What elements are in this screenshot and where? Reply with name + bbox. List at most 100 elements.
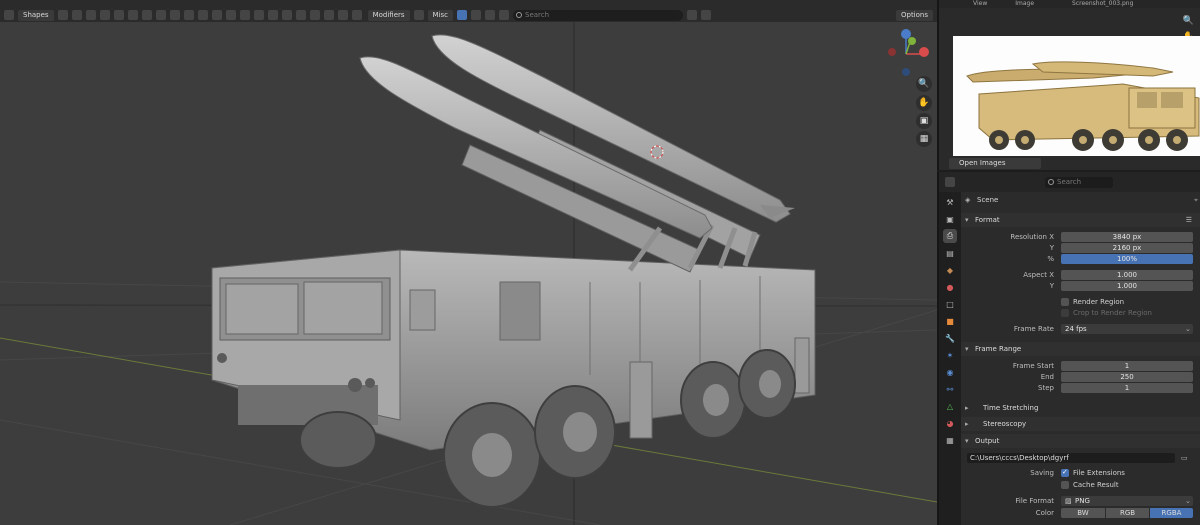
shapes-menu[interactable]: Shapes xyxy=(18,9,54,21)
time-stretching-label: Time Stretching xyxy=(983,404,1039,412)
data-tab-icon[interactable]: △ xyxy=(943,399,957,413)
tool-icon-1[interactable] xyxy=(57,10,68,20)
frame-step-field[interactable]: 1 xyxy=(1061,383,1193,393)
properties-body: ◈ Scene ⌖ Format☰ Resolution X3840 px Y2… xyxy=(961,192,1200,525)
color-label: Color xyxy=(1035,509,1054,517)
tool-icon-20[interactable] xyxy=(323,10,334,20)
frame-rate-dropdown[interactable]: 24 fps xyxy=(1061,324,1193,334)
camera-icon[interactable]: ▣ xyxy=(916,113,932,129)
tool-icon-21[interactable] xyxy=(337,10,348,20)
view-layer-tab-icon[interactable]: ▤ xyxy=(943,246,957,260)
properties-header: Search xyxy=(939,172,1200,192)
scene-tab-icon[interactable]: ◆ xyxy=(943,263,957,277)
navigation-gizmo[interactable] xyxy=(880,28,932,80)
cache-result-checkbox[interactable] xyxy=(1061,481,1069,489)
tool-icon-9[interactable] xyxy=(169,10,180,20)
aspect-x-field[interactable]: 1.000 xyxy=(1061,270,1193,280)
tool-icon-2[interactable] xyxy=(71,10,82,20)
pin-icon[interactable]: ⌖ xyxy=(1194,195,1198,206)
tool-icon-19[interactable] xyxy=(309,10,320,20)
tool-icon-11[interactable] xyxy=(197,10,208,20)
color-row: Color BW RGB RGBA xyxy=(961,508,1200,519)
open-images-button[interactable]: Open Images xyxy=(949,158,1041,169)
tool-icon-18[interactable] xyxy=(295,10,306,20)
stereoscopy-panel-header[interactable]: Stereoscopy xyxy=(961,417,1200,431)
tool-icon-13[interactable] xyxy=(225,10,236,20)
file-format-row: File Format PNG ▨ ⌄ xyxy=(961,496,1200,507)
frame-range-panel-header[interactable]: Frame Range xyxy=(961,342,1200,356)
editor-type-icon[interactable] xyxy=(945,177,955,187)
image-file-icon: ▨ xyxy=(1065,497,1072,505)
modifiers-menu[interactable]: Modifiers xyxy=(367,9,410,21)
constraints-tab-icon[interactable]: ⚯ xyxy=(943,382,957,396)
output-panel-header[interactable]: Output xyxy=(961,434,1200,448)
tool-tab-icon[interactable]: ⚒ xyxy=(943,195,957,209)
folder-icon[interactable]: ▭ xyxy=(1181,453,1188,464)
properties-search[interactable]: Search xyxy=(1045,176,1113,188)
view-menu[interactable]: View xyxy=(973,0,987,8)
view-icon-3[interactable] xyxy=(485,10,496,20)
tool-icon-8[interactable] xyxy=(155,10,166,20)
tool-icon-12[interactable] xyxy=(211,10,222,20)
color-rgba-button[interactable]: RGBA xyxy=(1150,508,1193,518)
options-menu[interactable]: Options xyxy=(895,9,933,21)
modifier-tab-icon[interactable]: 🔧 xyxy=(943,331,957,345)
editor-type-icon[interactable] xyxy=(4,10,14,20)
tool-icon-5[interactable] xyxy=(113,10,124,20)
tool-icon-16[interactable] xyxy=(267,10,278,20)
format-panel-header[interactable]: Format ☰ xyxy=(961,213,1200,227)
world-tab-icon[interactable]: ● xyxy=(943,280,957,294)
collection-tab-icon[interactable]: □ xyxy=(943,297,957,311)
view-icon-4[interactable] xyxy=(499,10,510,20)
tool-icon-22[interactable] xyxy=(351,10,362,20)
physics-tab-icon[interactable]: ◉ xyxy=(943,365,957,379)
file-extensions-row: Saving File Extensions xyxy=(961,467,1200,479)
file-format-dropdown[interactable]: PNG xyxy=(1061,496,1193,506)
tool-icon-15[interactable] xyxy=(253,10,264,20)
zoom-icon[interactable]: 🔍 xyxy=(916,76,932,92)
crop-checkbox[interactable] xyxy=(1061,309,1069,317)
file-extensions-checkbox[interactable] xyxy=(1061,467,1069,478)
material-tab-icon[interactable]: ◕ xyxy=(943,416,957,430)
tool-icon-6[interactable] xyxy=(127,10,138,20)
hand-icon[interactable]: ✋ xyxy=(916,95,932,111)
tool-icon-7[interactable] xyxy=(141,10,152,20)
output-path-field[interactable]: C:\Users\cccs\Desktop\dgyrf xyxy=(967,453,1175,463)
properties-tabs: ⚒ ▣ ⎙ ▤ ◆ ● □ ■ 🔧 ✶ ◉ ⚯ △ ◕ ▦ xyxy=(939,192,961,525)
frame-start-row: Frame Start 1 xyxy=(961,361,1200,372)
time-stretching-panel-header[interactable]: Time Stretching xyxy=(961,401,1200,415)
aspect-y-field[interactable]: 1.000 xyxy=(1061,281,1193,291)
view-icon-2[interactable] xyxy=(471,10,482,20)
tool-icon-10[interactable] xyxy=(183,10,194,20)
filter-icon[interactable] xyxy=(687,10,698,20)
3d-viewport[interactable]: Shapes Modifiers Misc Search Options 🔍 ✋… xyxy=(0,0,937,525)
tool-icon-3[interactable] xyxy=(85,10,96,20)
output-tab-icon[interactable]: ⎙ xyxy=(943,229,957,243)
misc-menu[interactable]: Misc xyxy=(427,9,454,21)
color-bw-button[interactable]: BW xyxy=(1061,508,1105,518)
tool-icon-23[interactable] xyxy=(413,10,424,20)
list-icon[interactable]: ☰ xyxy=(1186,213,1192,227)
frame-start-field[interactable]: 1 xyxy=(1061,361,1193,371)
image-filename[interactable]: Screenshot_003.png xyxy=(1072,0,1133,8)
render-tab-icon[interactable]: ▣ xyxy=(943,212,957,226)
tool-icon-17[interactable] xyxy=(281,10,292,20)
view-icon-1[interactable] xyxy=(457,10,468,20)
frame-end-field[interactable]: 250 xyxy=(1061,372,1193,382)
tool-icon-4[interactable] xyxy=(99,10,110,20)
texture-tab-icon[interactable]: ▦ xyxy=(943,433,957,447)
funnel-icon[interactable] xyxy=(701,10,712,20)
viewport-search[interactable]: Search xyxy=(513,9,684,21)
resolution-pct-field[interactable]: 100% xyxy=(1061,254,1193,264)
grid-icon[interactable]: ▦ xyxy=(916,131,932,147)
zoom-icon[interactable]: 🔍 xyxy=(1183,16,1194,26)
resolution-x-field[interactable]: 3840 px xyxy=(1061,232,1193,242)
tool-icon-14[interactable] xyxy=(239,10,250,20)
particles-tab-icon[interactable]: ✶ xyxy=(943,348,957,362)
object-tab-icon[interactable]: ■ xyxy=(943,314,957,328)
color-rgb-button[interactable]: RGB xyxy=(1106,508,1149,518)
render-region-checkbox[interactable] xyxy=(1061,298,1069,306)
resolution-y-field[interactable]: 2160 px xyxy=(1061,243,1193,253)
properties-editor: Search ⚒ ▣ ⎙ ▤ ◆ ● □ ■ 🔧 ✶ ◉ ⚯ △ ◕ ▦ ◈ S… xyxy=(937,172,1200,525)
image-menu[interactable]: Image xyxy=(1015,0,1034,8)
